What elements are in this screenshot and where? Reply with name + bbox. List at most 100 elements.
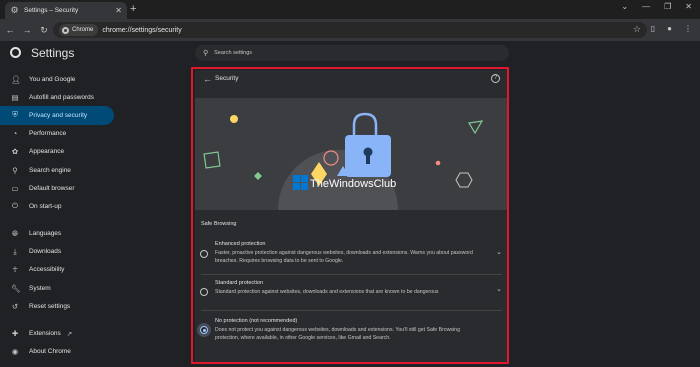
watermark-text: TheWindowsClub xyxy=(310,178,396,190)
sidebar-item-privacy[interactable]: ⛨ Privacy and security xyxy=(0,106,114,125)
sidebar-item-you-and-google[interactable]: 👤︎ You and Google xyxy=(0,70,114,88)
window-controls: ⌄ — ❐ ✕ xyxy=(621,2,692,11)
sidebar-item-label: Downloads xyxy=(29,248,62,256)
safe-browsing-label: Safe Browsing xyxy=(201,221,237,227)
page-title: Settings xyxy=(31,46,75,60)
palette-icon: ✿ xyxy=(11,147,19,157)
sidebar-item-accessibility[interactable]: ☥ Accessibility xyxy=(0,261,114,279)
sidebar-item-label: Default browser xyxy=(29,184,75,192)
sidebar-item-label: About Chrome xyxy=(29,348,71,356)
power-icon: ⏻ xyxy=(12,201,18,211)
shield-icon: ⛨ xyxy=(12,110,18,120)
new-tab-icon[interactable]: + xyxy=(130,3,136,15)
sidebar-item-label: Extensions xyxy=(29,330,61,338)
option-title: Enhanced protection xyxy=(215,241,266,247)
search-input[interactable] xyxy=(214,50,475,56)
bookmark-star-icon[interactable]: ☆ xyxy=(633,24,641,35)
security-header: ← Security ? xyxy=(195,70,508,96)
reload-icon[interactable]: ↻ xyxy=(37,25,51,36)
chrome-icon: ◉ xyxy=(11,347,19,357)
search-icon: ⚲ xyxy=(203,50,209,57)
sidebar-item-autofill[interactable]: ▤ Autofill and passwords xyxy=(0,88,114,106)
browser-tab[interactable]: ⚙ Settings – Security ✕ xyxy=(5,2,127,19)
settings-header: Settings ⚲ xyxy=(0,41,700,65)
sidebar-item-about-chrome[interactable]: ◉ About Chrome xyxy=(0,343,114,361)
browser-icon: ▭ xyxy=(11,183,19,193)
security-panel: ← Security ? TheWindowsClub Safe Browsin… xyxy=(195,70,508,363)
sidebar-item-label: Performance xyxy=(29,130,67,138)
toolbar-right: ▯ ● ⋮ xyxy=(651,24,692,33)
sidebar-item-downloads[interactable]: ⤓ Downloads xyxy=(0,243,114,261)
sidebar-item-on-start-up[interactable]: ⏻ On start-up xyxy=(0,197,114,215)
clipboard-icon: ▤ xyxy=(11,92,19,102)
address-bar[interactable]: Chrome chrome://settings/security ☆ xyxy=(53,22,647,38)
person-icon: 👤︎ xyxy=(11,74,21,84)
tab-title: Settings – Security xyxy=(24,7,79,14)
sidebar-item-label: Accessibility xyxy=(29,266,65,274)
security-illustration: TheWindowsClub xyxy=(195,98,508,210)
divider xyxy=(201,310,502,311)
forward-icon[interactable]: → xyxy=(20,25,34,35)
sidebar-item-label: You and Google xyxy=(29,75,76,83)
sidebar-item-search-engine[interactable]: ⚲ Search engine xyxy=(0,161,114,179)
sidebar-item-label: Autofill and passwords xyxy=(29,93,95,101)
option-title: No protection (not recommended) xyxy=(215,318,298,324)
puzzle-icon: ✚ xyxy=(11,329,19,339)
option-title: Standard protection xyxy=(215,280,264,286)
sidebar-item-appearance[interactable]: ✿ Appearance xyxy=(0,143,114,161)
sidebar-item-system[interactable]: 🔧︎ System xyxy=(0,279,114,297)
back-arrow-icon[interactable]: ← xyxy=(203,74,212,84)
close-tab-icon[interactable]: ✕ xyxy=(115,6,122,15)
menu-icon[interactable]: ⋮ xyxy=(684,24,692,33)
minimize-icon[interactable]: — xyxy=(642,2,650,11)
speedometer-icon: ◔ xyxy=(12,129,18,139)
globe-icon: 🌐︎ xyxy=(12,228,18,238)
sidebar-item-label: Languages xyxy=(29,230,62,238)
chip-label: Chrome xyxy=(72,27,94,33)
browser-toolbar: ← → ↻ Chrome chrome://settings/security … xyxy=(0,19,700,41)
download-icon: ⤓ xyxy=(13,246,17,256)
standard-radio[interactable] xyxy=(200,288,208,296)
chrome-logo-icon xyxy=(62,26,69,34)
side-panel-icon[interactable]: ▯ xyxy=(651,24,655,33)
sidebar-item-label: System xyxy=(29,284,51,292)
divider xyxy=(201,274,502,275)
profile-icon[interactable]: ● xyxy=(667,24,672,33)
wrench-icon: 🔧︎ xyxy=(11,283,21,293)
help-icon[interactable]: ? xyxy=(491,74,500,83)
option-description: Faster, proactive protection against dan… xyxy=(215,250,473,264)
external-link-icon: ↗ xyxy=(66,330,73,338)
url-text[interactable]: chrome://settings/security xyxy=(102,27,181,34)
sidebar-item-label: Search engine xyxy=(29,166,71,174)
security-title: Security xyxy=(215,75,239,82)
sidebar-item-label: Privacy and security xyxy=(29,111,88,119)
sidebar-item-reset-settings[interactable]: ↺ Reset settings xyxy=(0,297,114,315)
tab-search-chevron-icon[interactable]: ⌄ xyxy=(621,2,628,11)
restore-icon[interactable]: ❐ xyxy=(664,2,671,11)
sidebar-item-label: Reset settings xyxy=(29,302,71,310)
sidebar-item-languages[interactable]: 🌐︎ Languages xyxy=(0,225,114,243)
sidebar-item-default-browser[interactable]: ▭ Default browser xyxy=(0,179,114,197)
sidebar-item-extensions[interactable]: ✚ Extensions ↗ xyxy=(0,324,114,342)
close-window-icon[interactable]: ✕ xyxy=(685,2,692,11)
sidebar-item-label: On start-up xyxy=(29,202,62,210)
chrome-icon xyxy=(10,47,21,58)
chevron-down-icon[interactable]: ⌄ xyxy=(496,248,502,256)
no-protection-radio[interactable] xyxy=(200,326,208,334)
sidebar-item-performance[interactable]: ◔ Performance xyxy=(0,125,114,143)
option-description: Standard protection against websites, do… xyxy=(215,289,439,295)
sidebar-item-label: Appearance xyxy=(29,148,65,156)
search-box[interactable]: ⚲ xyxy=(195,45,509,61)
illustration-graphic: TheWindowsClub xyxy=(195,98,508,210)
gear-icon: ⚙ xyxy=(10,5,19,15)
enhanced-radio[interactable] xyxy=(200,250,208,258)
search-icon: ⚲ xyxy=(12,165,18,175)
sidebar: 👤︎ You and Google ▤ Autofill and passwor… xyxy=(0,70,114,361)
site-info-chip[interactable]: Chrome xyxy=(59,24,99,36)
tab-strip: ⚙ Settings – Security ✕ + ⌄ — ❐ ✕ xyxy=(0,0,700,19)
back-icon[interactable]: ← xyxy=(3,25,17,35)
option-description: Does not protect you against dangerous w… xyxy=(215,327,460,341)
history-icon: ↺ xyxy=(11,301,19,311)
chevron-down-icon[interactable]: ⌄ xyxy=(496,285,502,293)
accessibility-icon: ☥ xyxy=(12,265,18,275)
